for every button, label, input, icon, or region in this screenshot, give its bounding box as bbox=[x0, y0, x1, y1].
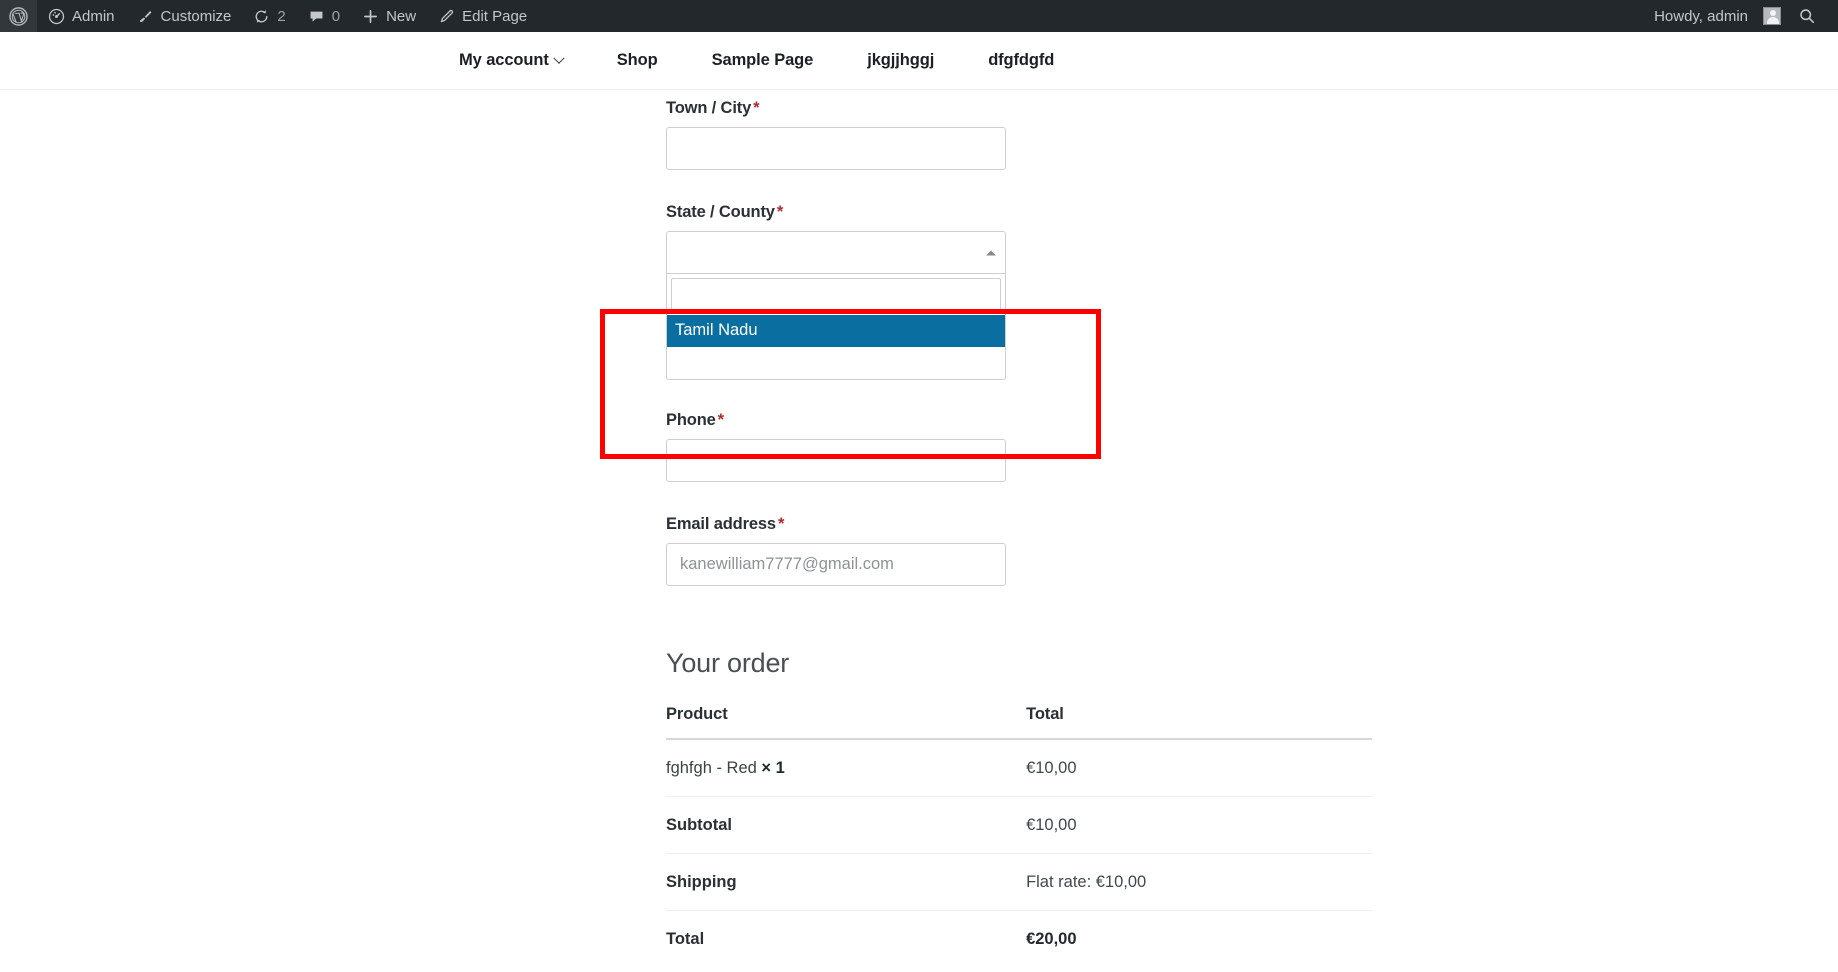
order-table-head: Product Total bbox=[666, 705, 1372, 740]
product-name-text: fghfgh - Red bbox=[666, 759, 757, 777]
billing-state-field-group: State / County * Tamil Nadu bbox=[666, 203, 1006, 380]
order-cell-product-name: fghfgh - Red × 1 bbox=[666, 739, 1027, 797]
comment-bubble-icon bbox=[308, 8, 325, 25]
product-quantity: × 1 bbox=[761, 759, 785, 777]
dashboard-icon bbox=[48, 8, 65, 25]
admin-bar-search-button[interactable] bbox=[1792, 0, 1828, 32]
chevron-down-icon bbox=[553, 52, 565, 64]
admin-bar-item-customize[interactable]: Customize bbox=[126, 0, 243, 32]
table-row: Shipping Flat rate: €10,00 bbox=[666, 853, 1372, 911]
table-row: fghfgh - Red × 1 €10,00 bbox=[666, 739, 1372, 797]
billing-city-label: Town / City * bbox=[666, 99, 1006, 118]
nav-item-sample-page[interactable]: Sample Page bbox=[685, 51, 841, 70]
billing-state-selected-text bbox=[667, 232, 1005, 250]
required-asterisk: * bbox=[776, 203, 784, 221]
billing-state-label-text: State / County bbox=[666, 203, 775, 221]
required-asterisk: * bbox=[753, 99, 760, 117]
wordpress-logo-icon bbox=[9, 6, 28, 26]
nav-item-dfgfdgfd[interactable]: dfgfdgfd bbox=[961, 51, 1081, 70]
nav-label-sample-page: Sample Page bbox=[711, 51, 814, 69]
billing-state-search-input[interactable] bbox=[671, 278, 1001, 311]
billing-state-search-container bbox=[667, 274, 1005, 315]
nav-item-my-account[interactable]: My account bbox=[459, 51, 590, 70]
order-review-table: Product Total fghfgh - Red × 1 €10,00 Su… bbox=[666, 705, 1372, 967]
billing-phone-field-group: Phone * bbox=[666, 411, 1006, 482]
customize-brush-icon bbox=[137, 8, 154, 25]
admin-bar-label-new: New bbox=[386, 7, 417, 25]
admin-bar-label-admin: Admin bbox=[72, 7, 115, 25]
plus-icon bbox=[362, 8, 379, 25]
admin-bar-label-edit-page: Edit Page bbox=[462, 7, 528, 25]
billing-email-label: Email address * bbox=[666, 515, 1006, 534]
table-row: Subtotal €10,00 bbox=[666, 796, 1372, 854]
order-review-section: Your order Product Total fghfgh - Red × … bbox=[666, 648, 1372, 967]
admin-bar-item-new[interactable]: New bbox=[351, 0, 427, 32]
wordpress-admin-bar: Admin Customize 2 0 New Edit Page Howdy,… bbox=[0, 0, 1838, 32]
order-cell-shipping-value: Flat rate: €10,00 bbox=[1026, 853, 1372, 911]
admin-bar-item-admin[interactable]: Admin bbox=[37, 0, 126, 32]
billing-phone-label: Phone * bbox=[666, 411, 1006, 430]
primary-navigation: My account Shop Sample Page jkgjjhggj df… bbox=[459, 51, 1081, 70]
required-asterisk: * bbox=[777, 515, 785, 533]
admin-bar-item-updates[interactable]: 2 bbox=[242, 0, 296, 32]
billing-state-dropdown-panel: Tamil Nadu bbox=[666, 274, 1006, 380]
order-cell-subtotal-label: Subtotal bbox=[666, 796, 1027, 854]
order-col-product: Product bbox=[666, 705, 1027, 740]
site-header: My account Shop Sample Page jkgjjhggj df… bbox=[0, 32, 1838, 90]
billing-email-field-group: Email address * bbox=[666, 515, 1006, 586]
billing-city-field-group: Town / City * bbox=[666, 99, 1006, 170]
admin-bar-my-account[interactable]: Howdy, admin bbox=[1643, 0, 1792, 32]
admin-bar-right-group: Howdy, admin bbox=[1643, 0, 1838, 32]
search-icon bbox=[1798, 7, 1816, 25]
order-cell-subtotal-value: €10,00 bbox=[1026, 796, 1372, 854]
admin-bar-item-comments[interactable]: 0 bbox=[297, 0, 351, 32]
wordpress-logo-button[interactable] bbox=[0, 0, 37, 32]
order-cell-total-value: €20,00 bbox=[1026, 930, 1077, 948]
billing-phone-label-text: Phone bbox=[666, 411, 716, 429]
billing-email-label-text: Email address bbox=[666, 515, 776, 533]
nav-item-shop[interactable]: Shop bbox=[590, 51, 685, 70]
order-cell-total-label: Total bbox=[666, 930, 705, 948]
order-col-total: Total bbox=[1026, 705, 1372, 740]
order-cell-shipping-label: Shipping bbox=[666, 853, 1027, 911]
billing-state-label: State / County * bbox=[666, 203, 1006, 222]
table-row: Total €20,00 bbox=[666, 911, 1372, 968]
admin-bar-comments-count: 0 bbox=[331, 7, 341, 25]
order-cell-product-total: €10,00 bbox=[1026, 739, 1372, 797]
checkout-page-content: Town / City * State / County * Tamil Nadu bbox=[0, 91, 1838, 972]
howdy-greeting: Howdy, admin bbox=[1654, 7, 1748, 25]
admin-bar-label-customize: Customize bbox=[160, 7, 232, 25]
required-asterisk: * bbox=[717, 411, 724, 429]
billing-state-options-list: Tamil Nadu bbox=[667, 315, 1005, 379]
nav-label-shop: Shop bbox=[616, 51, 658, 69]
billing-phone-input[interactable] bbox=[666, 439, 1006, 482]
billing-state-select2: Tamil Nadu bbox=[666, 231, 1006, 380]
updates-refresh-icon bbox=[253, 8, 270, 25]
admin-bar-item-edit-page[interactable]: Edit Page bbox=[427, 0, 538, 32]
nav-item-jkgjjhggj[interactable]: jkgjjhggj bbox=[840, 51, 961, 70]
order-table-body: fghfgh - Red × 1 €10,00 Subtotal €10,00 … bbox=[666, 739, 1372, 967]
billing-state-option-tamil-nadu[interactable]: Tamil Nadu bbox=[667, 315, 1005, 347]
billing-state-select-trigger[interactable] bbox=[666, 231, 1006, 274]
admin-bar-updates-count: 2 bbox=[277, 7, 286, 25]
nav-label-dfgfdgfd: dfgfdgfd bbox=[988, 51, 1055, 69]
billing-state-option-blank[interactable] bbox=[667, 347, 1005, 379]
order-table-header-row: Product Total bbox=[666, 705, 1372, 740]
nav-label-my-account: My account bbox=[459, 51, 549, 69]
admin-bar-left-group: Admin Customize 2 0 New Edit Page bbox=[0, 0, 538, 32]
caret-up-icon[interactable] bbox=[986, 250, 996, 255]
billing-city-label-text: Town / City bbox=[666, 99, 752, 117]
nav-label-jkgjjhggj: jkgjjhggj bbox=[867, 51, 935, 69]
user-avatar-icon bbox=[1763, 7, 1781, 25]
order-review-title: Your order bbox=[666, 648, 790, 678]
billing-email-input[interactable] bbox=[666, 543, 1006, 586]
edit-pencil-icon bbox=[438, 8, 455, 25]
billing-city-input[interactable] bbox=[666, 127, 1006, 170]
